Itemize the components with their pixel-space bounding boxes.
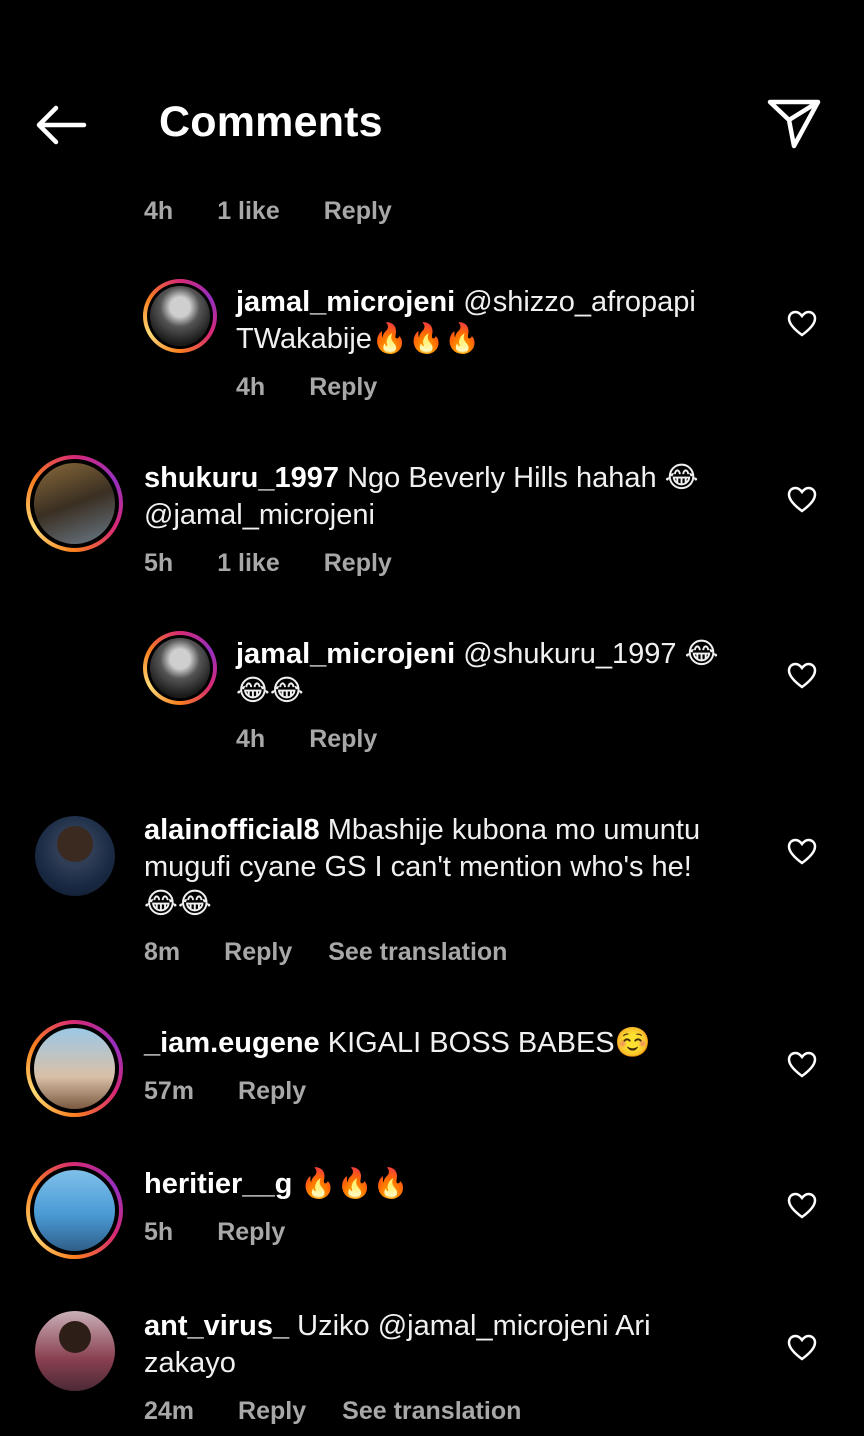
mention-link[interactable]: @shukuru_1997 😂 <box>463 638 718 670</box>
reply-button[interactable]: Reply <box>238 1077 306 1106</box>
mention-link[interactable]: @jamal_microjeni <box>144 499 375 531</box>
comment-body: heritier__g 🔥🔥🔥 <box>144 1166 764 1203</box>
page-title: Comments <box>159 98 383 146</box>
comment-likes[interactable]: 1 like <box>217 197 280 226</box>
heart-outline-icon[interactable] <box>787 1192 817 1220</box>
comment-text: 😂😂 <box>236 675 304 707</box>
avatar-photo <box>150 286 210 346</box>
comment-text: Uziko @jamal_microjeni Ari <box>297 1310 651 1342</box>
avatar[interactable] <box>35 1311 115 1391</box>
heart-outline-icon[interactable] <box>787 1051 817 1079</box>
comment-meta: 5h Reply <box>144 1218 321 1247</box>
comment-username[interactable]: shukuru_1997 <box>144 462 339 494</box>
comment-meta: 57m Reply <box>144 1077 342 1106</box>
comment-meta: 4h Reply <box>236 725 413 754</box>
back-arrow-icon[interactable] <box>30 96 92 154</box>
reply-button[interactable]: Reply <box>324 197 392 226</box>
see-translation-link[interactable]: See translation <box>328 938 507 967</box>
comment-text: 🔥🔥🔥 <box>300 1168 409 1200</box>
comment-meta: 4h Reply <box>236 373 413 402</box>
header: Comments <box>0 0 864 190</box>
comment-username[interactable]: _iam.eugene <box>144 1027 320 1059</box>
avatar-photo <box>59 1321 91 1353</box>
comment-text: KIGALI BOSS BABES☺️ <box>327 1027 651 1059</box>
heart-outline-icon[interactable] <box>787 662 817 690</box>
comment-text: zakayo <box>144 1347 236 1379</box>
avatar[interactable] <box>26 1162 123 1259</box>
heart-outline-icon[interactable] <box>787 1334 817 1362</box>
comment-time: 4h <box>144 197 174 225</box>
avatar-photo <box>57 826 93 862</box>
comment-text: Ngo Beverly Hills hahah 😂 <box>347 462 699 494</box>
comment-text: 😂😂 <box>144 888 212 920</box>
avatar[interactable] <box>35 816 115 896</box>
comment-username[interactable]: alainofficial8 <box>144 814 320 846</box>
comment-time: 4h <box>236 373 266 401</box>
avatar-photo <box>150 638 210 698</box>
comment-time: 57m <box>144 1077 195 1105</box>
comment-time: 5h <box>144 1218 174 1246</box>
comment-username[interactable]: jamal_microjeni <box>236 286 455 318</box>
avatar[interactable] <box>143 631 217 705</box>
comment-meta: 8m Reply See translation <box>144 938 551 967</box>
avatar-photo <box>34 1028 115 1109</box>
see-translation-link[interactable]: See translation <box>342 1397 521 1426</box>
comment-meta: 5h 1 like Reply <box>144 549 428 578</box>
comment-time: 24m <box>144 1397 195 1425</box>
reply-button[interactable]: Reply <box>309 373 377 402</box>
paper-plane-icon[interactable] <box>764 96 824 152</box>
reply-button[interactable]: Reply <box>238 1397 306 1426</box>
comment-body: jamal_microjeni @shizzo_afropapi TWakabi… <box>236 284 746 358</box>
heart-outline-icon[interactable] <box>787 486 817 514</box>
comment-time: 8m <box>144 938 181 966</box>
reply-button[interactable]: Reply <box>224 938 292 967</box>
comment-body: shukuru_1997 Ngo Beverly Hills hahah 😂 @… <box>144 460 764 534</box>
comment-likes[interactable]: 1 like <box>217 549 280 578</box>
avatar[interactable] <box>26 455 123 552</box>
mention-link[interactable]: @shizzo_afropapi <box>463 286 696 318</box>
comment-text: mugufi cyane GS I can't mention who's he… <box>144 851 692 883</box>
comment-meta: 24m Reply See translation <box>144 1397 565 1426</box>
heart-outline-icon[interactable] <box>787 310 817 338</box>
avatar-photo <box>34 463 115 544</box>
reply-button[interactable]: Reply <box>309 725 377 754</box>
comment-body: alainofficial8 Mbashije kubona mo umuntu… <box>144 812 764 923</box>
comment-time: 5h <box>144 549 174 577</box>
comment-username[interactable]: jamal_microjeni <box>236 638 455 670</box>
comment-time: 4h <box>236 725 266 753</box>
avatar[interactable] <box>143 279 217 353</box>
comment-meta: 4h 1 like Reply <box>144 197 428 226</box>
comment-username[interactable]: heritier__g <box>144 1168 292 1200</box>
comment-text: Mbashije kubona mo umuntu <box>327 814 701 846</box>
avatar[interactable] <box>26 1020 123 1117</box>
comment-text: TWakabije🔥🔥🔥 <box>236 323 481 355</box>
heart-outline-icon[interactable] <box>787 838 817 866</box>
comment-body: ant_virus_ Uziko @jamal_microjeni Ari za… <box>144 1308 764 1382</box>
avatar-photo <box>34 1170 115 1251</box>
comment-body: jamal_microjeni @shukuru_1997 😂 😂😂 <box>236 636 756 710</box>
comment-body: _iam.eugene KIGALI BOSS BABES☺️ <box>144 1025 764 1062</box>
reply-button[interactable]: Reply <box>217 1218 285 1247</box>
comment-username[interactable]: ant_virus_ <box>144 1310 289 1342</box>
reply-button[interactable]: Reply <box>324 549 392 578</box>
